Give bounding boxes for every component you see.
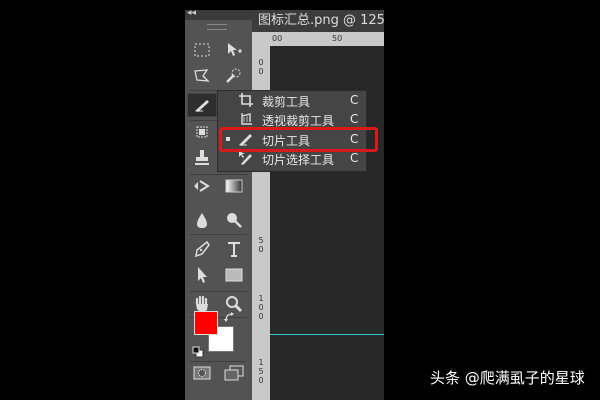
rectangular-marquee-tool-icon[interactable]	[187, 38, 217, 62]
slice-select-icon	[238, 150, 254, 166]
rectangle-tool-icon[interactable]	[219, 263, 249, 287]
swap-colors-icon[interactable]	[223, 310, 237, 324]
slice-tool-icon[interactable]	[187, 93, 217, 117]
tool-separator	[190, 234, 247, 235]
vertical-ruler[interactable]: 0 0 5 0 1 0 0 1 5 0	[252, 32, 270, 400]
ruler-label: 00	[272, 34, 283, 43]
collapse-icon[interactable]: ◂◂	[187, 8, 196, 18]
menu-item-shortcut: C	[350, 112, 359, 126]
foreground-color-swatch[interactable]	[194, 311, 218, 335]
tools-panel-header: ◂◂	[185, 8, 252, 20]
perspective-crop-icon	[238, 111, 254, 127]
menu-item-shortcut: C	[350, 93, 359, 107]
quick-selection-tool-icon[interactable]	[219, 64, 249, 88]
document-tab[interactable]: 图标汇总.png @ 125%	[252, 10, 384, 32]
ruler-label: 5 0	[258, 236, 264, 254]
history-brush-tool-icon[interactable]	[187, 174, 217, 198]
ruler-label: 0 0	[258, 58, 264, 76]
menu-item-label: 切片选择工具	[262, 153, 335, 167]
spot-healing-brush-tool-icon[interactable]	[187, 120, 217, 144]
clone-stamp-tool-icon[interactable]	[187, 146, 217, 170]
horizontal-ruler[interactable]: 00 50	[270, 32, 384, 46]
polygonal-lasso-tool-icon[interactable]	[187, 64, 217, 88]
default-colors-icon[interactable]	[192, 343, 204, 358]
type-tool-icon[interactable]	[219, 237, 249, 261]
move-tool-icon[interactable]	[219, 38, 249, 62]
blur-tool-icon[interactable]	[187, 208, 217, 232]
menu-item-crop-tool[interactable]: 裁剪工具 C	[218, 91, 366, 110]
guide-line[interactable]	[270, 334, 384, 335]
ruler-label: 50	[332, 34, 343, 43]
document-window: 图标汇总.png @ 125% 0 0 5 0 1 0 0 1 5 0 00 5…	[252, 10, 384, 400]
watermark: 头条 @爬满虱子的星球	[430, 369, 585, 387]
path-selection-tool-icon[interactable]	[187, 263, 217, 287]
menu-item-shortcut: C	[350, 151, 359, 165]
pen-tool-icon[interactable]	[187, 237, 217, 261]
gradient-tool-icon[interactable]	[219, 174, 249, 198]
quick-mask-icon[interactable]	[187, 361, 217, 385]
ruler-label: 1 0 0	[258, 294, 264, 321]
panel-grip[interactable]	[207, 24, 227, 30]
dodge-tool-icon[interactable]	[219, 208, 249, 232]
crop-icon	[238, 92, 254, 108]
menu-item-label: 裁剪工具	[262, 95, 311, 109]
screen-mode-icon[interactable]	[219, 361, 249, 385]
highlight-box	[219, 127, 378, 152]
ruler-label: 1 5 0	[258, 358, 264, 385]
